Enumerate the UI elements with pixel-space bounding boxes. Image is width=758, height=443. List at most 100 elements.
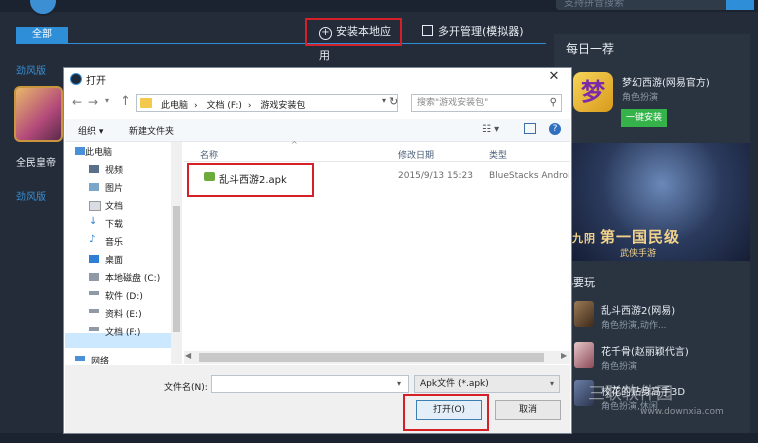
banner-title: 九阴 第一国民级: [572, 226, 680, 247]
tree-item-drive-c[interactable]: 本地磁盘 (C:): [105, 271, 160, 284]
tree-item-drive-f[interactable]: 文档 (F:): [105, 325, 140, 338]
navigation-tree: 此电脑 视频 图片 文档 ↓ 下载 ♪ 音乐 桌面 本地磁盘 (C:) 软件 (…: [65, 142, 183, 364]
dialog-title: 打开: [86, 76, 106, 87]
breadcrumb-item[interactable]: 此电脑: [161, 101, 188, 111]
tree-item-pictures[interactable]: 图片: [105, 181, 123, 194]
banner-subtitle: 武侠手游: [620, 249, 657, 259]
column-header-date[interactable]: 修改日期: [398, 148, 434, 161]
chevron-down-icon: ▾: [549, 379, 554, 388]
bg-label-text: 劲风版: [16, 192, 46, 203]
chevron-down-icon[interactable]: ▾: [105, 96, 109, 105]
desktop-icon: [89, 255, 99, 263]
video-icon: [89, 165, 99, 173]
tree-scrollbar-thumb[interactable]: [173, 206, 180, 332]
install-local-app-button[interactable]: + 安装本地应用: [305, 18, 402, 62]
up-arrow-icon[interactable]: ↑: [120, 94, 131, 109]
file-highlight-box: [187, 163, 314, 197]
filename-input[interactable]: [211, 375, 409, 393]
featured-game-category: 角色扮演: [622, 93, 659, 103]
new-folder-button[interactable]: 新建文件夹: [129, 124, 174, 137]
folder-icon: [140, 98, 152, 108]
tree-item-desktop[interactable]: 桌面: [105, 253, 123, 266]
background-label: 劲风版: [16, 188, 46, 203]
scroll-right-icon[interactable]: ▶: [561, 351, 567, 360]
chevron-down-icon[interactable]: ▾: [382, 96, 386, 105]
file-type-select[interactable]: Apk文件 (*.apk) ▾: [414, 375, 560, 393]
bg-label-text: 劲风版: [16, 66, 46, 77]
tab-underline: [16, 43, 546, 44]
game-name: 全民皇帝: [16, 158, 56, 169]
app-icon: [70, 73, 82, 85]
tree-item-drive-d[interactable]: 软件 (D:): [105, 289, 143, 302]
game-avatar[interactable]: [14, 86, 63, 142]
background-label: 劲风版: [16, 62, 46, 77]
horizontal-scrollbar-thumb[interactable]: [199, 353, 544, 362]
view-options-icon[interactable]: ☷ ▾: [482, 124, 499, 135]
breadcrumb-item[interactable]: 游戏安装包: [260, 101, 305, 111]
file-type-value: Apk文件 (*.apk): [420, 379, 489, 389]
featured-game-icon[interactable]: 梦: [573, 72, 613, 112]
scroll-left-icon[interactable]: ◀: [185, 351, 191, 360]
address-bar[interactable]: 此电脑 › 文档 (F:) › 游戏安装包: [136, 94, 398, 112]
pictures-icon: [89, 183, 99, 191]
app-search-button[interactable]: [726, 0, 754, 10]
sort-caret-icon: ^: [291, 140, 298, 149]
game-category: 角色扮演: [601, 362, 638, 372]
music-icon: ♪: [89, 234, 96, 245]
tab-all[interactable]: 全部: [16, 27, 68, 43]
drive-icon: [89, 309, 99, 313]
drive-icon: [89, 327, 99, 331]
game-name[interactable]: 花千骨(赵丽颖代言): [601, 343, 689, 358]
breadcrumb-item[interactable]: 文档 (F:): [207, 101, 242, 111]
chevron-down-icon[interactable]: ▾: [397, 379, 401, 388]
file-type: BlueStacks Android: [489, 171, 569, 181]
drive-icon: [89, 291, 99, 295]
download-icon: ↓: [89, 216, 98, 227]
daily-recommend-title: 每日一荐: [566, 42, 615, 56]
documents-icon: [89, 201, 101, 211]
preview-pane-icon[interactable]: [524, 123, 536, 134]
game-category: 角色扮演,动作...: [601, 321, 667, 331]
app-search-input[interactable]: 支持拼音搜索: [556, 0, 734, 10]
tree-item-downloads[interactable]: 下载: [105, 217, 123, 230]
network-icon: [75, 356, 85, 361]
column-header-row: [184, 145, 570, 162]
open-file-dialog: 打开 ✕ ← → ▾ ↑ 此电脑 › 文档 (F:) › 游戏安装包 ▾ ↻ 搜索"…: [63, 67, 572, 434]
multi-manage-label: 多开管理(模拟器): [438, 25, 524, 38]
column-header-name[interactable]: 名称: [200, 148, 218, 161]
multi-window-icon: [422, 25, 433, 36]
breadcrumb[interactable]: 此电脑 › 文档 (F:) › 游戏安装包: [161, 98, 311, 111]
watermark: 三联软件园: [588, 384, 673, 404]
search-placeholder: 搜索"游戏安装包": [417, 98, 489, 108]
bottom-strip: [0, 433, 758, 443]
tree-item-this-pc[interactable]: 此电脑: [85, 145, 112, 158]
tree-item-drive-e[interactable]: 资料 (E:): [105, 307, 142, 320]
drive-icon: [89, 273, 99, 281]
app-logo: [28, 0, 58, 16]
file-date: 2015/9/13 15:23: [398, 171, 473, 181]
game-icon[interactable]: [574, 342, 594, 368]
one-click-install-button[interactable]: 一键安装: [621, 109, 667, 127]
multi-manage-button[interactable]: 多开管理(模拟器): [422, 23, 524, 39]
column-header-type[interactable]: 类型: [489, 148, 507, 161]
featured-game-name[interactable]: 梦幻西游(网易官方): [622, 74, 710, 89]
search-icon: ⚲: [549, 97, 557, 108]
tree-item-videos[interactable]: 视频: [105, 163, 123, 176]
game-icon[interactable]: [574, 301, 594, 327]
watermark-url: www.downxia.com: [640, 407, 724, 417]
tree-item-documents[interactable]: 文档: [105, 199, 123, 212]
help-icon[interactable]: ?: [549, 123, 561, 135]
game-name[interactable]: 乱斗西游2(网易): [601, 302, 675, 317]
forward-arrow-icon[interactable]: →: [88, 95, 98, 109]
cancel-button[interactable]: 取消: [495, 400, 561, 420]
tree-item-network[interactable]: 网络: [91, 354, 109, 364]
search-input[interactable]: 搜索"游戏安装包" ⚲: [411, 94, 562, 112]
tree-item-music[interactable]: 音乐: [105, 235, 123, 248]
banner-title-text: 第一国民级: [600, 228, 681, 246]
back-arrow-icon[interactable]: ←: [72, 95, 82, 109]
close-icon[interactable]: ✕: [542, 68, 566, 86]
open-highlight-box: [403, 394, 489, 431]
refresh-icon[interactable]: ↻: [389, 95, 398, 108]
filename-label: 文件名(N):: [164, 383, 208, 393]
organize-button[interactable]: 组织 ▾: [78, 124, 103, 137]
